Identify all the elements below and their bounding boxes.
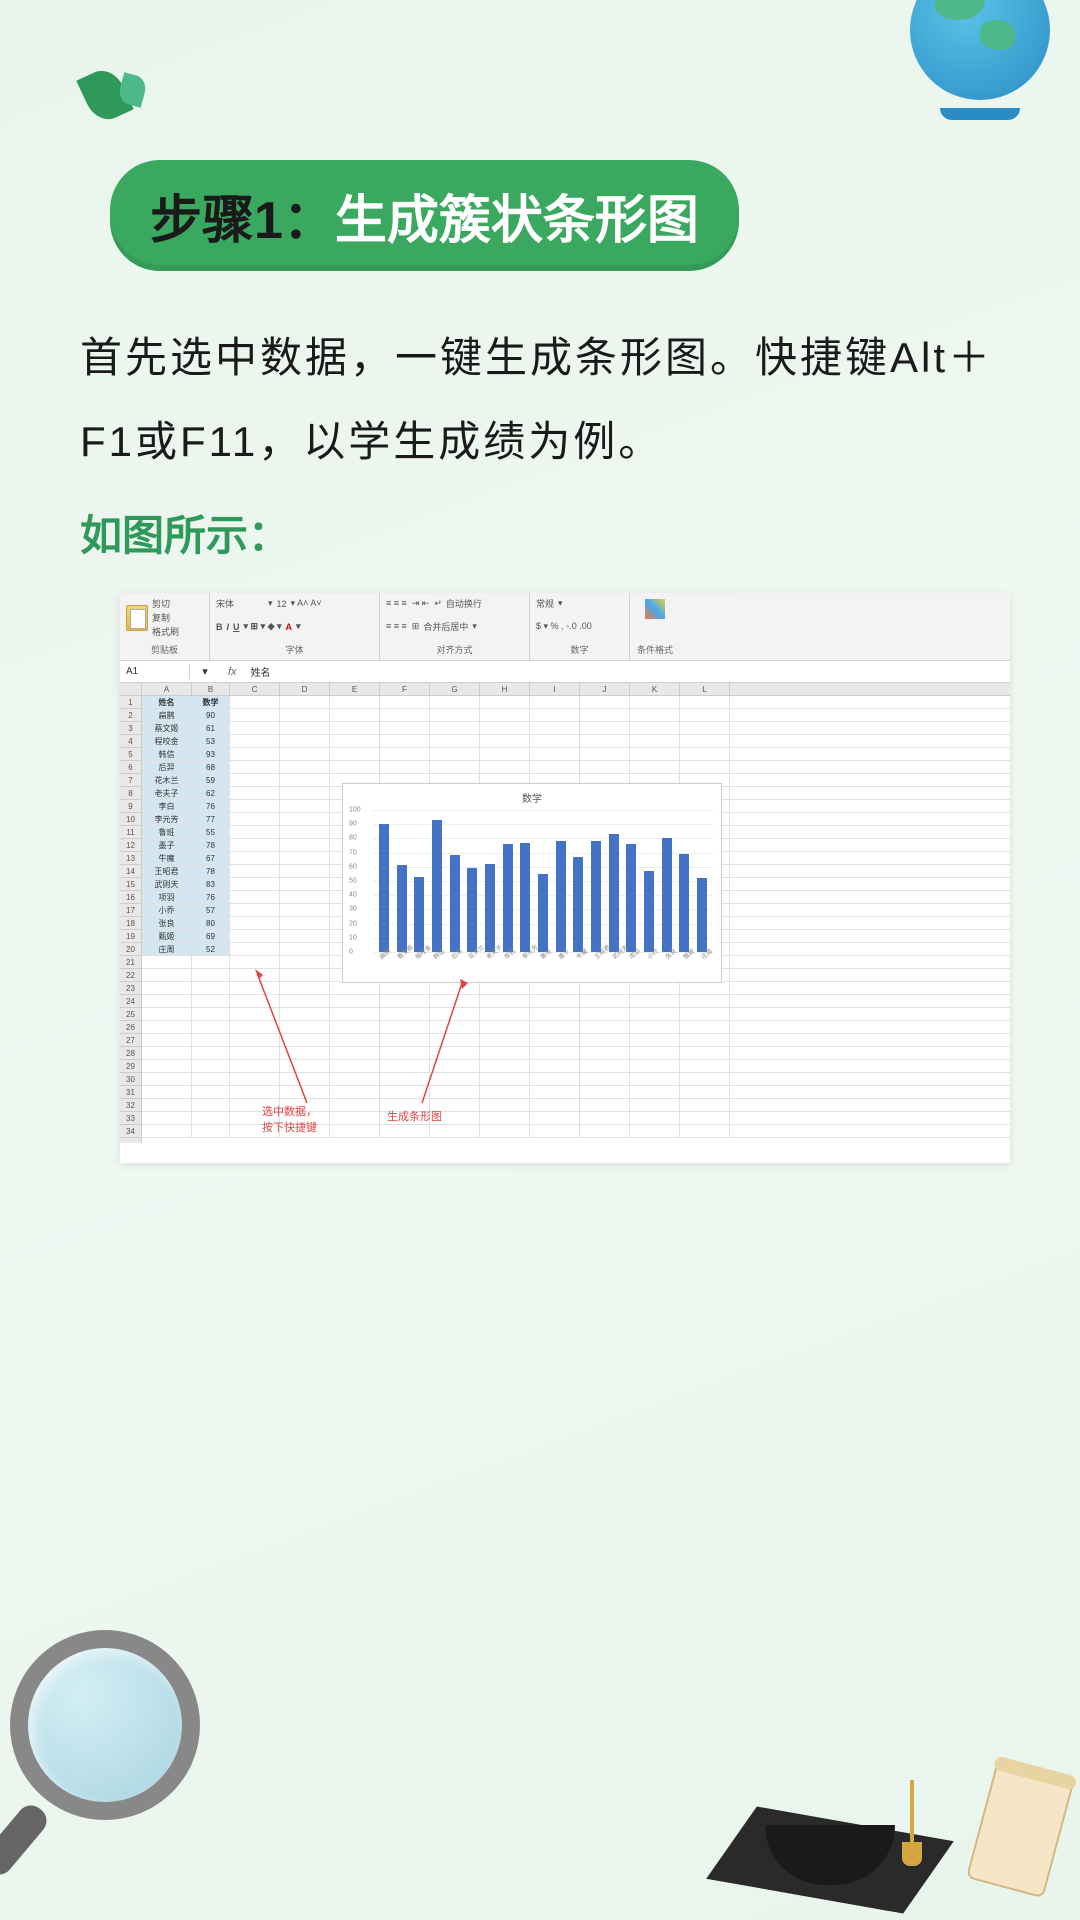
formula-value: 姓名 xyxy=(245,664,277,679)
excel-screenshot: 剪切 复制 格式刷 剪贴板 宋体 ▾ 12 ▾ A˄ A˅ B I U ▾ ⊞ … xyxy=(120,593,1010,1163)
format-painter-button: 格式刷 xyxy=(152,625,179,638)
formula-bar: A1 ▾ fx 姓名 xyxy=(120,661,1010,683)
wrap-text-button: 自动换行 xyxy=(446,597,482,610)
clipboard-group-label: 剪贴板 xyxy=(126,643,203,656)
annotation-generate-chart: 生成条形图 xyxy=(387,1108,442,1124)
conditional-format-icon xyxy=(645,599,665,619)
instruction-text: 首先选中数据，一键生成条形图。快捷键Alt＋F1或F11，以学生成绩为例。 xyxy=(80,316,1000,484)
chart-title: 数学 xyxy=(343,784,721,811)
name-box: A1 xyxy=(120,664,190,679)
step-banner: 步骤1：生成簇状条形图 xyxy=(110,160,739,271)
step-title: 生成簇状条形图 xyxy=(335,192,699,250)
scroll-decoration xyxy=(966,1762,1074,1899)
cond-format-label: 条件格式 xyxy=(636,643,674,656)
graduation-cap-decoration xyxy=(710,1730,970,1910)
step-number: 步骤1： xyxy=(150,192,335,250)
embedded-chart: 数学 1009080706050403020100 扁鹊蔡文姬程咬金韩信后羿花木… xyxy=(342,783,722,983)
fx-icon: fx xyxy=(220,666,245,678)
paste-icon xyxy=(126,605,148,631)
cut-button: 剪切 xyxy=(152,597,179,610)
number-group-label: 数字 xyxy=(536,643,623,656)
row-numbers: 1234567891011121314151617181920212223242… xyxy=(120,683,142,1143)
merge-button: 合并后居中 xyxy=(423,620,468,633)
annotation-select-data: 选中数据， 按下快捷键 xyxy=(262,1103,317,1135)
font-name: 宋体 xyxy=(216,597,234,610)
align-group-label: 对齐方式 xyxy=(386,643,523,656)
magnifier-decoration xyxy=(0,1620,230,1880)
column-headers: ABCDEFGHIJKL xyxy=(142,683,1010,696)
globe-decoration xyxy=(880,0,1060,140)
figure-caption: 如图所示： xyxy=(80,502,1000,563)
font-group-label: 字体 xyxy=(216,643,373,656)
font-size: 12 xyxy=(277,599,287,609)
number-format: 常规 xyxy=(536,597,554,610)
copy-button: 复制 xyxy=(152,611,179,624)
ribbon: 剪切 复制 格式刷 剪贴板 宋体 ▾ 12 ▾ A˄ A˅ B I U ▾ ⊞ … xyxy=(120,593,1010,661)
leaf-decoration xyxy=(85,70,155,140)
